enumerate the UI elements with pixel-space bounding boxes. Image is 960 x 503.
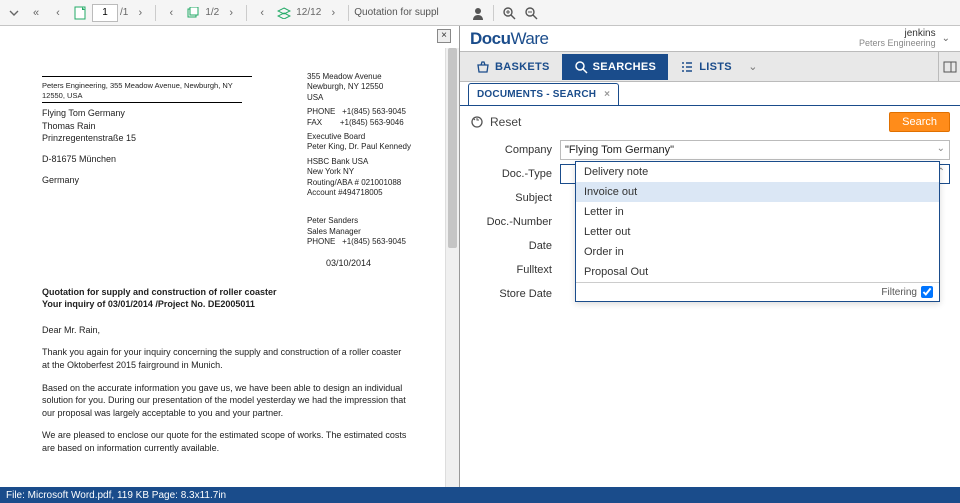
- salutation: Dear Mr. Rain,: [42, 324, 411, 337]
- tab-lists[interactable]: LISTS: [668, 54, 744, 80]
- viewer-scrollbar[interactable]: [445, 48, 459, 487]
- close-tab-icon[interactable]: ×: [604, 89, 610, 100]
- stack-icon: [183, 3, 203, 23]
- reset-button[interactable]: Reset: [470, 115, 521, 129]
- document-page: Peters Engineering, 355 Meadow Avenue, N…: [12, 52, 441, 479]
- nav-first-icon[interactable]: «: [26, 3, 46, 23]
- close-viewer-button[interactable]: ×: [437, 29, 451, 43]
- viewer-toolbar: « ‹ /1 › ‹ 1/2 › ‹ 12/12 › Quotation for…: [0, 0, 960, 26]
- search-icon: [574, 60, 588, 74]
- label-fulltext: Fulltext: [470, 264, 560, 276]
- page-icon: [70, 3, 90, 23]
- label-docnumber: Doc.-Number: [470, 216, 560, 228]
- content-tabs: DOCUMENTS - SEARCH ×: [460, 82, 960, 106]
- nav-prev3-icon[interactable]: ‹: [252, 3, 272, 23]
- dropdown-option[interactable]: Order in: [576, 242, 939, 262]
- recipient-block: Flying Tom Germany Thomas Rain Prinzrege…: [42, 107, 242, 186]
- nav-prev2-icon[interactable]: ‹: [161, 3, 181, 23]
- nav-next-icon[interactable]: ›: [130, 3, 150, 23]
- tab-searches[interactable]: SEARCHES: [562, 54, 669, 80]
- label-company: Company: [470, 144, 560, 156]
- search-button[interactable]: Search: [889, 112, 950, 132]
- tab-baskets[interactable]: BASKETS: [464, 54, 562, 80]
- nav-prev-icon[interactable]: ‹: [48, 3, 68, 23]
- document-viewer: × Peters Engineering, 355 Meadow Avenue,…: [0, 26, 460, 487]
- clip-count: 12/12: [296, 7, 321, 18]
- input-company[interactable]: "Flying Tom Germany"⌄: [560, 140, 950, 160]
- page-total: /1: [120, 7, 128, 18]
- dropdown-option[interactable]: Letter out: [576, 222, 939, 242]
- doctype-dropdown: Delivery note Invoice out Letter in Lett…: [575, 161, 940, 302]
- label-date: Date: [470, 240, 560, 252]
- content-tab-documents-search[interactable]: DOCUMENTS - SEARCH ×: [468, 83, 619, 105]
- layers-icon: [274, 3, 294, 23]
- nav-next2-icon[interactable]: ›: [221, 3, 241, 23]
- chevron-down-icon[interactable]: [4, 3, 24, 23]
- zoom-out-icon[interactable]: [521, 3, 541, 23]
- label-subject: Subject: [470, 192, 560, 204]
- tab-lists-dropdown[interactable]: ⌄: [744, 60, 762, 73]
- dropdown-footer: Filtering: [576, 282, 939, 301]
- zoom-ratio: 1/2: [205, 7, 219, 18]
- user-menu[interactable]: jenkins Peters Engineering ⌄: [859, 28, 950, 49]
- status-bar: File: Microsoft Word.pdf, 119 KB Page: 8…: [0, 487, 960, 503]
- dropdown-option[interactable]: Letter in: [576, 202, 939, 222]
- body-para: We are pleased to enclose our quote for …: [42, 429, 411, 454]
- doc-title: Quotation for suppl: [354, 7, 462, 18]
- page-number-input[interactable]: [92, 4, 118, 22]
- doc-date: 03/10/2014: [42, 257, 411, 269]
- doc-subject: Quotation for supply and construction of…: [42, 286, 411, 310]
- dropdown-option[interactable]: Delivery note: [576, 162, 939, 182]
- chevron-down-icon: ⌄: [942, 33, 950, 44]
- chevron-down-icon: ⌄: [937, 143, 945, 154]
- filtering-checkbox[interactable]: [921, 286, 933, 298]
- label-storedate: Store Date: [470, 288, 560, 300]
- dock-icon[interactable]: [938, 52, 960, 81]
- body-para: Based on the accurate information you ga…: [42, 382, 411, 420]
- letterhead-right: 355 Meadow Avenue Newburgh, NY 12550 USA…: [307, 72, 411, 247]
- basket-icon: [476, 61, 490, 73]
- dropdown-option[interactable]: Proposal Out: [576, 262, 939, 282]
- app-logo: DocuWare: [470, 29, 549, 49]
- nav-tabs: BASKETS SEARCHES LISTS ⌄: [460, 52, 960, 82]
- reset-icon: [470, 115, 484, 129]
- dropdown-option[interactable]: Invoice out: [576, 182, 939, 202]
- nav-next3-icon[interactable]: ›: [323, 3, 343, 23]
- user-icon[interactable]: [468, 3, 488, 23]
- zoom-in-icon[interactable]: [499, 3, 519, 23]
- brand-bar: DocuWare jenkins Peters Engineering ⌄: [460, 26, 960, 52]
- list-icon: [680, 61, 694, 73]
- sender-line: Peters Engineering, 355 Meadow Avenue, N…: [42, 81, 242, 103]
- label-doctype: Doc.-Type: [470, 168, 560, 180]
- body-para: Thank you again for your inquiry concern…: [42, 346, 411, 371]
